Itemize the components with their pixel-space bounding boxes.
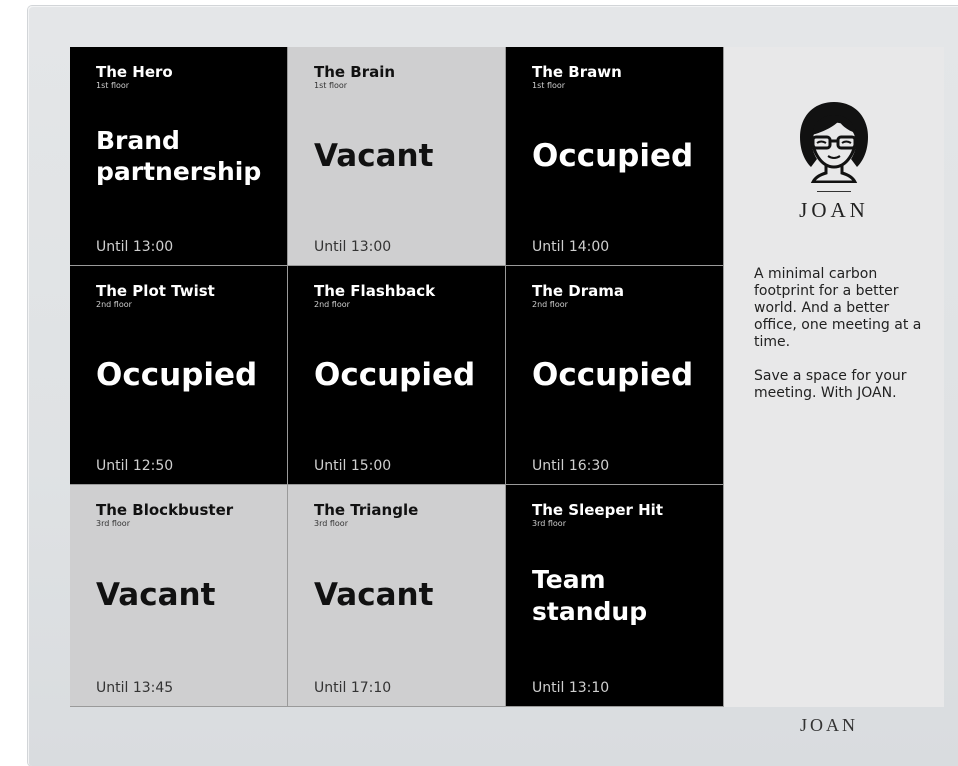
room-until-time: Until 13:00 <box>314 239 392 255</box>
room-status: Vacant <box>314 137 434 174</box>
room-tile-the-plot-twist[interactable]: The Plot Twist 2nd floor Occupied Until … <box>70 266 288 485</box>
room-status: Occupied <box>532 137 694 174</box>
info-sidebar: JOAN A minimal carbon footprint for a be… <box>724 47 944 707</box>
room-tile-the-brain[interactable]: The Brain 1st floor Vacant Until 13:00 <box>288 47 506 266</box>
room-until-time: Until 17:10 <box>314 680 392 696</box>
room-status: Team standup <box>532 565 648 626</box>
room-tile-the-flashback[interactable]: The Flashback 2nd floor Occupied Until 1… <box>288 266 506 485</box>
room-status: Occupied <box>96 356 258 393</box>
room-until-time: Until 13:45 <box>96 680 174 696</box>
brand-logo: JOAN <box>724 99 944 223</box>
tagline-text: A minimal carbon footprint for a better … <box>754 266 922 350</box>
room-until-time: Until 13:10 <box>532 680 610 696</box>
room-status: Vacant <box>314 577 434 614</box>
room-until-time: Until 12:50 <box>96 458 174 474</box>
room-status: Brand partnership <box>96 125 262 186</box>
room-tile-the-drama[interactable]: The Drama 2nd floor Occupied Until 16:30 <box>506 266 724 485</box>
room-tile-the-sleeper-hit[interactable]: The Sleeper Hit 3rd floor Team standup U… <box>506 485 724 707</box>
room-booking-screen: The Hero 1st floor Brand partnership Unt… <box>70 47 944 707</box>
room-status: Occupied <box>532 356 694 393</box>
room-until-time: Until 14:00 <box>532 239 610 255</box>
woman-with-glasses-icon <box>800 102 868 183</box>
device-brand-label: JOAN <box>800 715 859 735</box>
room-until-time: Until 16:30 <box>532 458 610 474</box>
room-status: Vacant <box>96 577 216 614</box>
room-tile-the-triangle[interactable]: The Triangle 3rd floor Vacant Until 17:1… <box>288 485 506 707</box>
room-grid: The Hero 1st floor Brand partnership Unt… <box>70 47 724 707</box>
room-tile-the-hero[interactable]: The Hero 1st floor Brand partnership Unt… <box>70 47 288 266</box>
logo-divider <box>817 191 851 192</box>
room-until-time: Until 13:00 <box>96 239 174 255</box>
cta-text: Save a space for your meeting. With JOAN… <box>754 368 907 401</box>
room-until-time: Until 15:00 <box>314 458 392 474</box>
brand-name: JOAN <box>799 198 869 222</box>
room-tile-the-brawn[interactable]: The Brawn 1st floor Occupied Until 14:00 <box>506 47 724 266</box>
sidebar-text: A minimal carbon footprint for a better … <box>754 266 934 419</box>
room-tile-the-blockbuster[interactable]: The Blockbuster 3rd floor Vacant Until 1… <box>70 485 288 707</box>
room-status: Occupied <box>314 356 476 393</box>
